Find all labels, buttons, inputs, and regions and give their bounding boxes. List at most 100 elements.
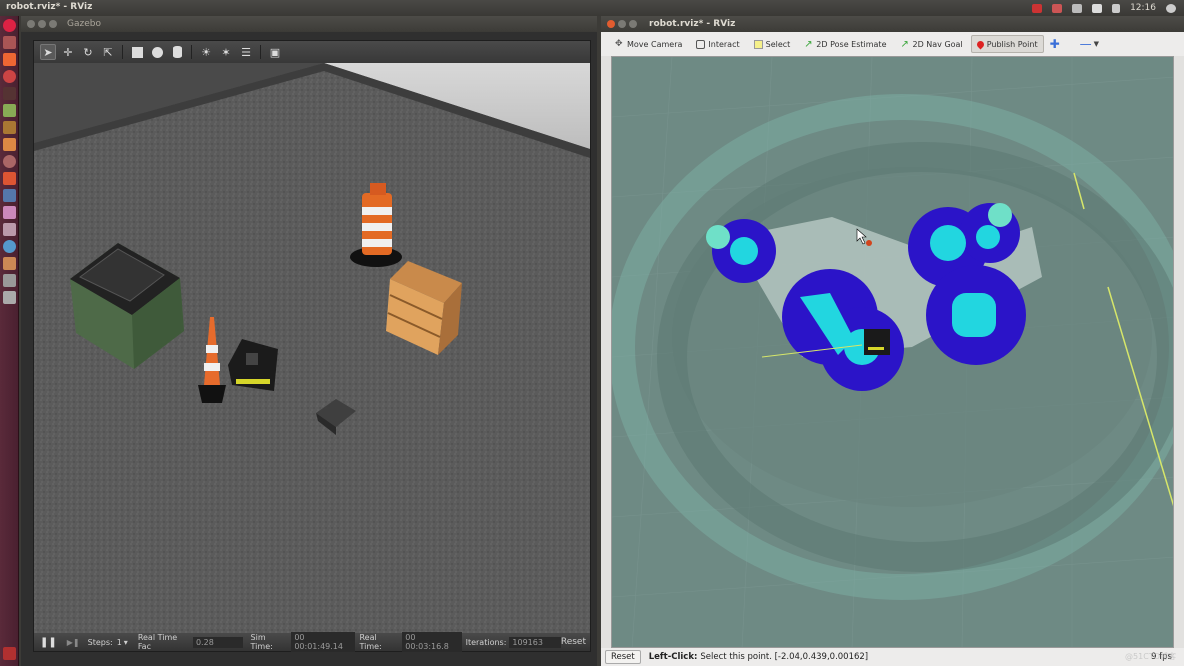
amazon-icon[interactable] (3, 172, 16, 185)
close-icon[interactable] (607, 20, 615, 28)
gazebo-title: Gazebo (67, 19, 101, 29)
app-icon-3[interactable] (3, 257, 16, 270)
toolbar-divider (122, 45, 123, 59)
camera-indicator-icon[interactable] (1032, 3, 1043, 13)
move-camera-icon: ✥ (615, 38, 623, 49)
launcher (0, 16, 19, 666)
status-hint-text: Select this point. [-2.04,0.439,0.00162] (700, 652, 869, 662)
published-point-marker (866, 240, 872, 246)
box-icon[interactable] (129, 44, 145, 60)
publish-point-label: Publish Point (986, 39, 1038, 49)
watermark-text: @51CTO博客 (1125, 652, 1176, 661)
nav-goal-label: 2D Nav Goal (912, 39, 963, 49)
app-icon-2[interactable] (3, 223, 16, 236)
maximize-icon[interactable] (49, 20, 57, 28)
iterations-label: Iterations: (465, 637, 507, 647)
gazebo-main-frame: ➤ ✛ ↻ ⇱ ☀ ✶ ☰ ▣ ❚❚ ▶❚ Steps: 1 ▾ Real Ti… (33, 40, 591, 652)
add-tool-icon[interactable]: ✚ (1050, 37, 1060, 51)
files-icon[interactable] (3, 36, 16, 49)
sim-time-label: Sim Time: (250, 633, 273, 651)
steps-dropdown-icon[interactable]: ▾ (124, 638, 128, 647)
sphere-icon[interactable] (149, 44, 165, 60)
app-icon-1[interactable] (3, 206, 16, 219)
publish-point-pin-icon (975, 39, 986, 49)
gazebo-titlebar[interactable]: Gazebo (21, 16, 597, 32)
minimize-icon[interactable] (38, 20, 46, 28)
robot-footprint (864, 329, 890, 355)
gear-icon[interactable] (1166, 3, 1176, 13)
step-icon[interactable]: ▶❚ (67, 638, 80, 647)
close-icon[interactable] (27, 20, 35, 28)
keyboard-indicator-icon[interactable] (1072, 3, 1083, 13)
interact-hand-icon (696, 39, 706, 49)
office-calc-icon[interactable] (3, 121, 16, 134)
real-time-value: 00 00:03:16.8 (402, 632, 462, 652)
status-hint-label: Left-Click: (648, 652, 698, 662)
interact-label: Interact (708, 39, 740, 49)
software-center-icon[interactable] (3, 138, 16, 151)
globe-icon[interactable] (3, 240, 16, 253)
clock[interactable]: 12:16 (1130, 3, 1156, 13)
cylinder-icon[interactable] (169, 44, 185, 60)
right-dock-handle[interactable] (1174, 56, 1184, 648)
rviz-titlebar[interactable]: robot.rviz* - RViz (601, 16, 1184, 32)
left-dock-handle[interactable] (601, 56, 611, 648)
rviz-title: robot.rviz* - RViz (649, 19, 736, 29)
rotate-icon[interactable]: ↻ (80, 44, 96, 60)
gazebo-3d-viewport[interactable] (34, 63, 590, 635)
settings-app-icon[interactable] (3, 155, 16, 168)
reset-button[interactable]: Reset (605, 650, 641, 664)
select-tool[interactable]: Select (748, 35, 797, 53)
translate-icon[interactable]: ✛ (60, 44, 76, 60)
steps-value[interactable]: 1 (117, 638, 122, 647)
spot-light-icon[interactable]: ✶ (218, 44, 234, 60)
rviz-status-bar: Reset Left-Click: Select this point. [-2… (601, 648, 1184, 666)
battery-icon[interactable] (1092, 3, 1103, 13)
real-time-factor-value: 0.28 (192, 636, 243, 648)
pose-estimate-tool[interactable]: ↗ 2D Pose Estimate (798, 35, 892, 53)
interact-tool[interactable]: Interact (690, 35, 745, 53)
move-camera-label: Move Camera (627, 39, 683, 49)
rviz-3d-viewport[interactable] (611, 56, 1174, 648)
volume-icon[interactable] (1112, 3, 1121, 13)
publish-point-tool[interactable]: Publish Point (970, 35, 1044, 53)
gazebo-app-icon[interactable] (3, 274, 16, 287)
system-tray: 12:16 (1032, 0, 1184, 16)
rviz-app-icon[interactable] (3, 291, 16, 304)
reset-time-button[interactable]: Reset (561, 637, 586, 647)
gazebo-scene-render (34, 63, 590, 635)
gazebo-bottom-bar: ❚❚ ▶❚ Steps: 1 ▾ Real Time Fac 0.28 Sim … (34, 632, 590, 652)
dash-icon[interactable] (3, 19, 16, 32)
firefox-icon[interactable] (3, 53, 16, 66)
directional-light-icon[interactable]: ☰ (238, 44, 254, 60)
real-time-factor-label: Real Time Fac (137, 633, 178, 651)
gazebo-window: Gazebo ➤ ✛ ↻ ⇱ ☀ ✶ ☰ ▣ ❚❚ ▶❚ Steps: 1 ▾ … (21, 16, 597, 666)
nav-goal-tool[interactable]: ↗ 2D Nav Goal (895, 35, 969, 53)
pause-icon[interactable]: ❚❚ (40, 637, 57, 648)
steps-label: Steps: (87, 637, 113, 647)
move-camera-tool[interactable]: ✥ Move Camera (609, 35, 688, 53)
settings-indicator-icon[interactable] (1052, 3, 1063, 13)
remove-tool-icon[interactable]: — (1080, 37, 1092, 51)
chevron-down-icon[interactable]: ▼ (1094, 40, 1099, 48)
scale-icon[interactable]: ⇱ (100, 44, 116, 60)
select-arrow-icon[interactable]: ➤ (40, 44, 56, 60)
top-panel: robot.rviz* - RViz 12:16 (0, 0, 1184, 16)
select-label: Select (765, 39, 791, 49)
pose-estimate-arrow-icon: ↗ (804, 38, 813, 50)
rviz-toolbar: ✥ Move Camera Interact Select ↗ 2D Pose … (601, 32, 1184, 56)
bluetooth-icon[interactable] (3, 189, 16, 202)
toolbar-divider (260, 45, 261, 59)
minimize-icon[interactable] (618, 20, 626, 28)
rviz-map-render (612, 57, 1173, 647)
active-window-title: robot.rviz* - RViz (6, 2, 93, 12)
point-light-icon[interactable]: ☀ (198, 44, 214, 60)
trash-icon[interactable] (3, 647, 16, 660)
office-writer-icon[interactable] (3, 104, 16, 117)
select-box-icon (753, 39, 763, 49)
chrome-icon[interactable] (3, 70, 16, 83)
screenshot-icon[interactable]: ▣ (267, 44, 283, 60)
rviz-window: robot.rviz* - RViz ✥ Move Camera Interac… (601, 16, 1184, 666)
maximize-icon[interactable] (629, 20, 637, 28)
terminal-icon[interactable] (3, 87, 16, 100)
